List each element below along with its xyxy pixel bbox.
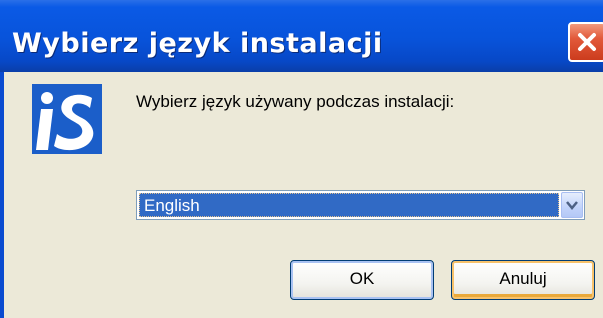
close-icon bbox=[578, 33, 596, 51]
ok-button[interactable]: OK bbox=[290, 260, 434, 300]
language-prompt: Wybierz język używany podczas instalacji… bbox=[136, 92, 455, 111]
chevron-down-icon bbox=[566, 201, 578, 210]
window-title: Wybierz język instalacji bbox=[12, 28, 383, 59]
cancel-button[interactable]: Anuluj bbox=[451, 260, 595, 300]
installer-language-dialog: Wybierz język instalacji Wybierz język u… bbox=[0, 0, 603, 318]
dropdown-button[interactable] bbox=[561, 192, 583, 218]
installer-logo-icon bbox=[32, 84, 102, 154]
title-bar[interactable]: Wybierz język instalacji bbox=[0, 0, 603, 72]
close-button[interactable] bbox=[568, 22, 603, 62]
dialog-body: Wybierz język używany podczas instalacji… bbox=[0, 72, 603, 318]
language-select[interactable]: English bbox=[136, 190, 585, 220]
language-select-value[interactable]: English bbox=[139, 193, 559, 217]
